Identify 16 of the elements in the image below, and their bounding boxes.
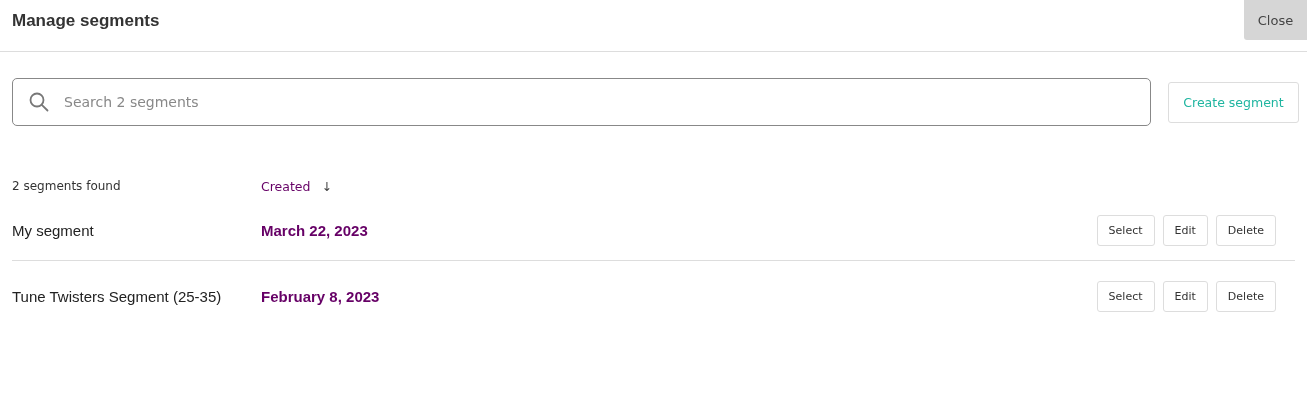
segment-action-button[interactable]: Select <box>1096 280 1155 312</box>
segment-action-button[interactable]: Edit <box>1162 280 1208 312</box>
dialog-title: Manage segments <box>11 10 161 32</box>
sort-button[interactable]: Created ↓ <box>261 178 332 194</box>
segment-action-button[interactable]: Select <box>1096 215 1155 246</box>
segment-name: Tune Twisters Segment (25-35) <box>12 287 223 305</box>
result-count: 2 segments found <box>12 179 122 193</box>
search-icon <box>29 92 49 112</box>
segment-action-button[interactable]: Delete <box>1215 215 1276 246</box>
segment-action-button[interactable]: Edit <box>1162 215 1208 246</box>
segment-name: My segment <box>12 222 95 239</box>
segment-action-button[interactable]: Delete <box>1215 280 1276 312</box>
segment-date: February 8, 2023 <box>261 287 380 305</box>
search-field[interactable]: Search 2 segments <box>12 78 1151 126</box>
segment-date: March 22, 2023 <box>261 222 368 239</box>
close-button[interactable]: Close <box>1244 0 1307 40</box>
